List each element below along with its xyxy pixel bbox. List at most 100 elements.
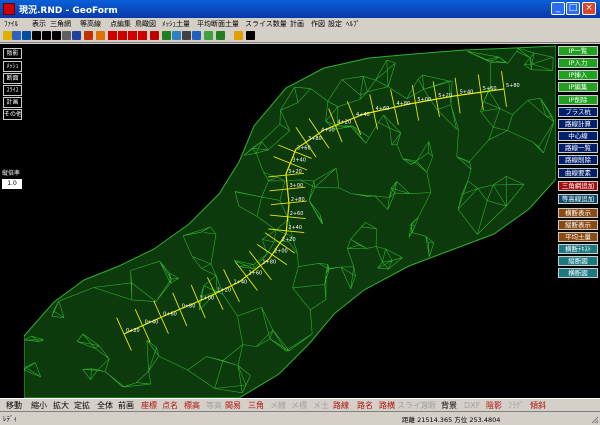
view-toggle-8[interactable]: 標高 <box>184 400 200 411</box>
station-label: 0+40 <box>145 320 159 326</box>
left-tool-0[interactable]: 陰影 <box>3 48 22 59</box>
route-tool-0[interactable]: IP一覧 <box>558 46 598 56</box>
menu-item-8[interactable]: スライス数量 <box>245 18 287 30</box>
route-tool-4[interactable]: IP削除 <box>558 95 598 105</box>
vertical-scale-input[interactable]: 1.0 <box>2 179 22 189</box>
menu-item-1[interactable]: 表示 <box>32 18 46 30</box>
search-icon[interactable] <box>22 31 31 40</box>
station-label: 3+80 <box>308 136 322 142</box>
rotate-icon[interactable] <box>62 31 71 40</box>
route-tool-13[interactable]: 横断表示 <box>558 208 598 218</box>
left-tool-4[interactable]: 計画 <box>3 97 22 108</box>
minimize-button[interactable]: _ <box>551 2 565 15</box>
route-tool-3[interactable]: IP編集 <box>558 82 598 92</box>
view-toggle-22[interactable]: 陰影 <box>486 400 502 411</box>
menu-item-12[interactable]: ﾍﾙﾌﾟ <box>346 18 360 30</box>
menu-item-11[interactable]: 設定 <box>328 18 342 30</box>
view-toggle-0[interactable]: 移動 <box>6 400 22 411</box>
arrow-up-icon[interactable] <box>108 31 117 40</box>
route-tool-12[interactable]: 等高線追加 <box>558 194 598 204</box>
print-icon[interactable] <box>182 31 191 40</box>
view-toggle-3[interactable]: 定拡 <box>74 400 90 411</box>
view-toggle-12[interactable]: メ線 <box>270 400 286 411</box>
route-tool-2[interactable]: IP挿入 <box>558 70 598 80</box>
view-toggle-14[interactable]: メ土 <box>313 400 329 411</box>
move-red-icon[interactable] <box>150 31 159 40</box>
menu-item-3[interactable]: 等高線 <box>80 18 101 30</box>
station-label: 5+80 <box>506 83 520 89</box>
route-tool-5[interactable]: プラス杭 <box>558 107 598 117</box>
route-tool-6[interactable]: 路線計算 <box>558 119 598 129</box>
left-tool-5[interactable]: その他 <box>3 109 22 120</box>
station-label: 2+60 <box>290 211 304 217</box>
terrain-mesh-view[interactable]: 5+80 5+60 5+40 5+20 5+00 4+80 4+60 4+40 4+204+00… <box>24 44 556 398</box>
arrow-right-icon[interactable] <box>138 31 147 40</box>
open-icon[interactable] <box>3 31 12 40</box>
route-tool-9[interactable]: 路線削除 <box>558 155 598 165</box>
layers-icon[interactable] <box>192 31 201 40</box>
plus-icon[interactable] <box>32 31 41 40</box>
station-label: 2+00 <box>274 249 288 255</box>
cube-red-icon[interactable] <box>84 31 93 40</box>
left-tool-1[interactable]: ﾒｯｼｭ <box>3 61 22 72</box>
route-tool-8[interactable]: 路線一覧 <box>558 143 598 153</box>
view-toggle-17[interactable]: 路横 <box>379 400 395 411</box>
route-tool-1[interactable]: IP入力 <box>558 58 598 68</box>
view-toggle-15[interactable]: 路線 <box>333 400 349 411</box>
view-toggle-24[interactable]: 傾斜 <box>530 400 546 411</box>
resize-grip-icon[interactable] <box>591 416 599 424</box>
menu-item-4[interactable]: 点編集 <box>110 18 131 30</box>
view-toggle-16[interactable]: 路名 <box>357 400 373 411</box>
menu-item-0[interactable]: ﾌｧｲﾙ <box>4 18 18 30</box>
view-toggle-13[interactable]: メ標 <box>291 400 307 411</box>
view-toggle-4[interactable]: 全体 <box>97 400 113 411</box>
render-icon[interactable] <box>172 31 181 40</box>
view-toggle-10[interactable]: 間易 <box>225 400 241 411</box>
save-icon[interactable] <box>12 31 21 40</box>
view-toggle-9[interactable]: 等高 <box>206 400 222 411</box>
view-toggle-21[interactable]: DXF <box>464 400 480 411</box>
help-icon[interactable] <box>234 31 243 40</box>
menu-item-10[interactable]: 作図 <box>311 18 325 30</box>
terrain-footprint <box>24 45 556 398</box>
route-tool-15[interactable]: 平均土量 <box>558 232 598 242</box>
left-tool-2[interactable]: 断面 <box>3 73 22 84</box>
arrow-down-icon[interactable] <box>118 31 127 40</box>
menu-item-7[interactable]: 平均断面土量 <box>197 18 239 30</box>
pointer-icon[interactable] <box>246 31 255 40</box>
route-tool-16[interactable]: 横断ﾃｷｽﾄ <box>558 244 598 254</box>
move-icon[interactable] <box>52 31 61 40</box>
minus-icon[interactable] <box>42 31 51 40</box>
view-toggle-6[interactable]: 座標 <box>141 400 157 411</box>
landscape-icon[interactable] <box>204 31 213 40</box>
arrow-left-icon[interactable] <box>128 31 137 40</box>
station-label: 1+80 <box>262 260 276 266</box>
route-tool-10[interactable]: 曲線要素 <box>558 168 598 178</box>
route-tool-7[interactable]: 中心線 <box>558 131 598 141</box>
route-tool-14[interactable]: 縦断表示 <box>558 220 598 230</box>
station-label: 0+60 <box>163 311 177 317</box>
bird-icon[interactable] <box>216 31 225 40</box>
close-button[interactable]: × <box>582 2 596 15</box>
maximize-button[interactable]: □ <box>566 2 580 15</box>
view-toggle-5[interactable]: 前画 <box>118 400 134 411</box>
birdseye-canvas[interactable]: 5+80 5+60 5+40 5+20 5+00 4+80 4+60 4+40 4+20 4+00… <box>24 44 556 398</box>
view-toggle-1[interactable]: 縮小 <box>31 400 47 411</box>
view-toggle-2[interactable]: 拡大 <box>53 400 69 411</box>
terrain-icon[interactable] <box>162 31 171 40</box>
view-toggle-19[interactable]: 方眼 <box>420 400 436 411</box>
view-toggle-11[interactable]: 三角 <box>248 400 264 411</box>
left-tool-3[interactable]: ｽﾗｲｽ <box>3 85 22 96</box>
route-tool-18[interactable]: 横断図 <box>558 268 598 278</box>
view-toggle-23[interactable]: ﾌﾗｸﾞ <box>508 400 524 411</box>
menu-item-2[interactable]: 三角網 <box>50 18 71 30</box>
view-toggle-7[interactable]: 点名 <box>162 400 178 411</box>
cube-orange-icon[interactable] <box>96 31 105 40</box>
route-tool-17[interactable]: 縦断図 <box>558 256 598 266</box>
view-toggle-20[interactable]: 背景 <box>441 400 457 411</box>
menu-item-9[interactable]: 計画 <box>290 18 304 30</box>
route-tool-11[interactable]: 三角網追加 <box>558 181 598 191</box>
menu-item-5[interactable]: 鳥瞰図 <box>135 18 156 30</box>
menu-item-6[interactable]: ﾒｯｼｭ土量 <box>162 18 190 30</box>
zoom-window-icon[interactable] <box>72 31 81 40</box>
